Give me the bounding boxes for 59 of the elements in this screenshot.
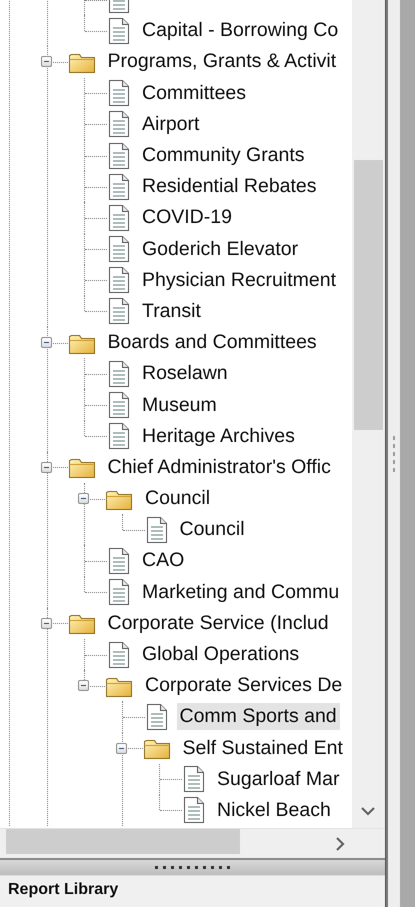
document-icon <box>108 640 130 669</box>
tree-item[interactable]: Council <box>176 516 248 544</box>
document-icon <box>108 578 130 606</box>
document-icon <box>183 765 205 794</box>
document-icon <box>108 172 130 201</box>
expand-toggle[interactable] <box>40 618 52 629</box>
expand-toggle[interactable] <box>40 337 52 348</box>
document-icon <box>146 516 168 544</box>
panel-title: Report Library <box>8 881 118 898</box>
splitter-handle[interactable] <box>0 858 385 875</box>
tree-item[interactable]: Nickel Beach <box>214 796 334 824</box>
tree-item[interactable]: Self Sustained Ent <box>180 734 346 762</box>
document-icon <box>108 391 130 420</box>
expand-toggle[interactable] <box>116 742 126 754</box>
splitter-handle[interactable] <box>388 0 400 907</box>
chevron-right-icon[interactable] <box>335 836 345 852</box>
tree-item[interactable]: Residential Rebates <box>139 173 320 200</box>
document-icon <box>108 266 130 294</box>
document-icon <box>108 204 130 232</box>
tree-item[interactable]: Programs, Grants & Activit <box>104 48 340 76</box>
tree-item[interactable]: Physician Recruitment <box>139 266 339 294</box>
tree-item[interactable]: Global Operations <box>139 641 302 668</box>
document-icon <box>108 297 130 326</box>
document-icon <box>108 110 130 138</box>
tree-item[interactable]: Council <box>142 485 214 512</box>
tree-item[interactable]: Corporate Service (Includ <box>104 610 332 637</box>
tree-item[interactable]: Heritage Archives <box>139 422 298 450</box>
horizontal-scrollbar[interactable] <box>0 828 385 858</box>
tree-item[interactable]: Boards and Committees <box>104 329 320 356</box>
tree-item[interactable]: Community Grants <box>139 142 308 170</box>
document-icon <box>183 796 205 824</box>
tree-item[interactable]: Committees <box>139 80 250 107</box>
tree-item[interactable]: COVID-19 <box>139 204 235 232</box>
tree-item[interactable]: Capital - Borrowing Co <box>139 17 342 44</box>
tree-item[interactable]: Corporate Services De <box>142 672 346 700</box>
vertical-scrollbar[interactable] <box>352 0 385 828</box>
document-icon <box>108 546 130 575</box>
tree-item[interactable]: Roselawn <box>139 360 231 388</box>
chevron-down-icon[interactable] <box>360 806 376 816</box>
document-icon <box>108 360 130 388</box>
expand-toggle[interactable] <box>40 462 52 473</box>
document-icon <box>108 79 130 108</box>
document-icon <box>108 235 130 264</box>
tree-item[interactable]: Sugarloaf Mar <box>214 766 342 793</box>
expand-toggle[interactable] <box>78 493 89 504</box>
tree-item[interactable]: Airport <box>139 110 202 138</box>
tree-item[interactable]: Goderich Elevator <box>139 236 302 263</box>
tree-item[interactable]: Chief Administrator's Offic <box>104 454 334 481</box>
tree-item[interactable]: Marketing and Commu <box>139 578 342 606</box>
expand-toggle[interactable] <box>78 680 89 692</box>
document-icon <box>108 422 130 450</box>
expand-toggle[interactable] <box>40 56 52 68</box>
document-icon <box>108 142 130 170</box>
document-icon <box>108 16 130 45</box>
document-icon <box>146 702 168 731</box>
tree-item[interactable]: Museum <box>139 392 220 419</box>
tree-item[interactable]: Comm Sports and <box>176 703 340 730</box>
tree-item[interactable]: Transit <box>139 298 204 325</box>
tree-item[interactable]: CAO <box>139 547 188 574</box>
